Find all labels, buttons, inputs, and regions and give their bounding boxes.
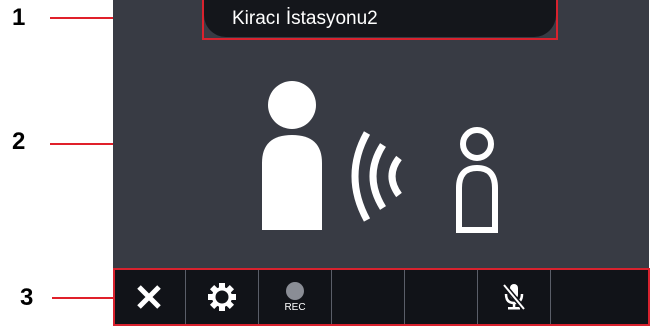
callout-box-3 — [113, 268, 650, 326]
callee-body — [456, 164, 498, 233]
person-calling-person-icon — [262, 81, 498, 233]
callout-number-1: 1 — [12, 4, 26, 31]
callout-box-1 — [202, 0, 558, 40]
caller-head — [268, 81, 316, 129]
callout-number-2: 2 — [12, 128, 26, 155]
sound-wave-inner — [388, 155, 402, 198]
sound-wave-outer — [351, 131, 371, 222]
sound-wave-middle — [369, 143, 387, 210]
callee-head — [460, 127, 494, 161]
callout-line-3 — [52, 297, 115, 299]
caller-body — [262, 135, 322, 230]
callout-number-3: 3 — [20, 284, 34, 311]
